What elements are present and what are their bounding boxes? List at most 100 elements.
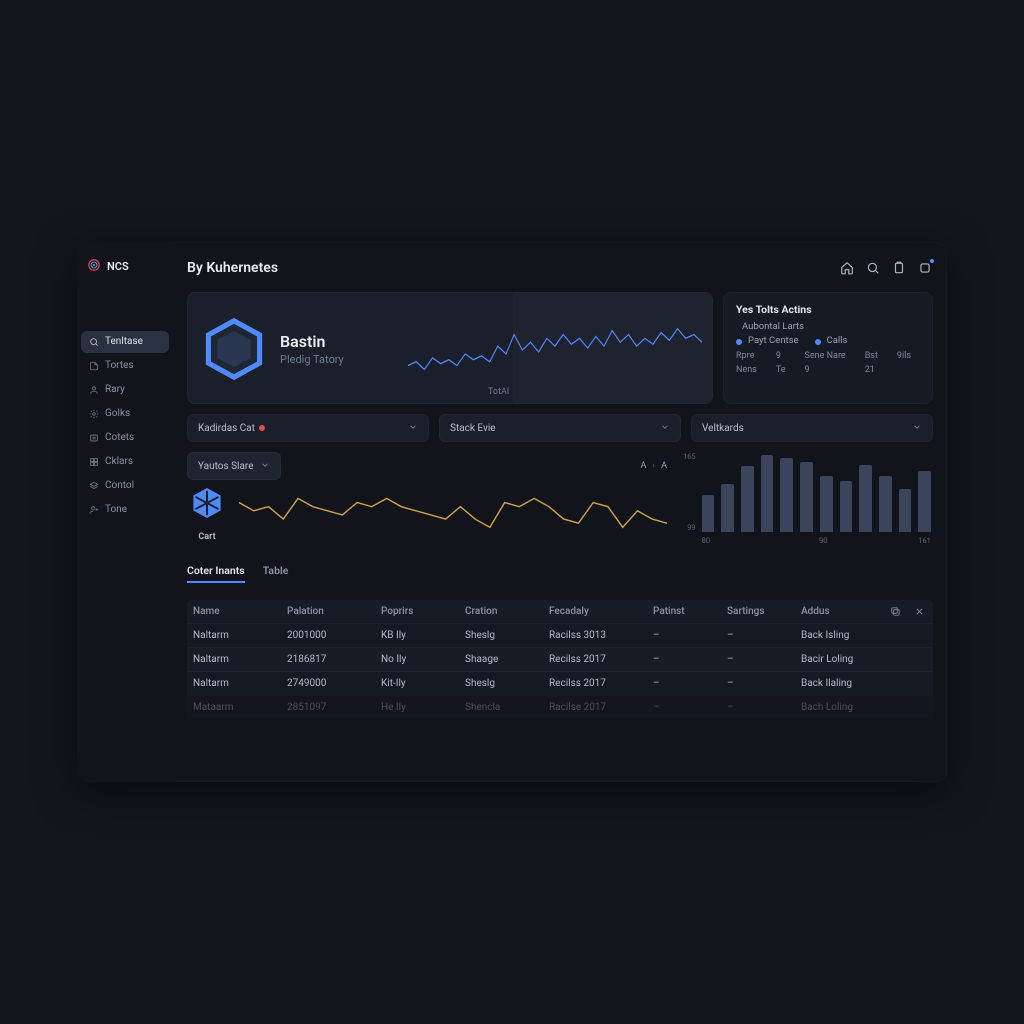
sidebar-item-contol[interactable]: Contol — [81, 475, 169, 497]
chevron-down-icon — [660, 422, 670, 435]
table-header-cell: Sartings — [727, 606, 797, 617]
top-actions — [839, 260, 933, 276]
sub-filter-row: Yautos Slare A › A — [187, 452, 667, 480]
table-cell: Bach Loling — [801, 702, 879, 713]
table-header-cell: Patinst — [653, 606, 723, 617]
table-header-cell: Addus — [801, 606, 879, 617]
charts-row: Yautos Slare A › A Cart — [187, 452, 933, 548]
actions-row-1-label: Aubontal Larts — [742, 322, 804, 332]
crumb-b: A — [661, 461, 667, 471]
actions-grid-cell: 9ils — [897, 351, 920, 361]
filter-pill[interactable]: Stack Evie — [439, 414, 681, 442]
bar-chart-bars — [700, 452, 933, 532]
table-cell: 2749000 — [287, 678, 377, 689]
chevron-down-icon — [912, 422, 922, 435]
bar — [840, 481, 853, 532]
bar — [820, 476, 833, 532]
sidebar-item-cotets[interactable]: Cotets — [81, 427, 169, 449]
table-header-cell: Palation — [287, 606, 377, 617]
table-cell: No Ily — [381, 654, 461, 665]
brand: NCS — [81, 254, 169, 289]
hero-card: Bastin Pledig Tatory TotAl — [187, 292, 713, 404]
sidebar-item-rary[interactable]: Rary — [81, 379, 169, 401]
table-cell: Recilss 2017 — [549, 654, 649, 665]
copy-icon[interactable] — [883, 606, 907, 617]
bar-ylabel-bot: 99 — [683, 523, 696, 532]
table-row[interactable]: Naltarm2186817No IlyShaageRecilss 2017––… — [187, 647, 933, 671]
sidebar-item-golks[interactable]: Golks — [81, 403, 169, 425]
filter-label: Veltkards — [702, 423, 744, 434]
bar-xlabel: 90 — [819, 536, 827, 545]
bullet-icon — [815, 339, 821, 345]
actions-stats-grid: Rpre9Sene NareBst9ilsNensTe921 — [736, 351, 920, 375]
filter-pill[interactable]: Veltkards — [691, 414, 933, 442]
table-cell: 2001000 — [287, 630, 377, 641]
table-header-cell: Cration — [465, 606, 545, 617]
bar — [800, 462, 813, 532]
sidebar-item-label: Golks — [105, 409, 130, 419]
filter-pill[interactable]: Kadirdas Cat — [187, 414, 429, 442]
actions-grid-cell: 9 — [776, 351, 795, 361]
chevron-right-icon: › — [652, 461, 655, 471]
table-body: Naltarm2001000KB IlySheslgRacilss 3013––… — [187, 623, 933, 719]
table-cell: Sheslg — [465, 678, 545, 689]
bar-chart-yaxis: 165 99 — [683, 452, 696, 532]
notification-icon[interactable] — [917, 260, 933, 276]
sidebar-item-tenltase[interactable]: Tenltase — [81, 331, 169, 353]
hero-text: Bastin Pledig Tatory — [280, 332, 344, 366]
sidebar-item-label: Contol — [105, 481, 134, 491]
table-cell: Shaage — [465, 654, 545, 665]
tab-table[interactable]: Table — [263, 564, 289, 583]
data-table: NamePalationPoprirsCrationFecadalyPatins… — [187, 600, 933, 719]
bar-chart: 165 99 8090161 — [683, 452, 933, 545]
table-tabs: Coter Inants Table — [187, 564, 933, 584]
table-row[interactable]: Mataarm2851097He IlyShenclaRacilse 2017–… — [187, 695, 933, 719]
charts-left: Yautos Slare A › A Cart — [187, 452, 667, 548]
bullet-icon — [736, 339, 742, 345]
hero-subtitle: Pledig Tatory — [280, 353, 344, 366]
sidebar-item-cklars[interactable]: Cklars — [81, 451, 169, 473]
tab-coter-inants[interactable]: Coter Inants — [187, 564, 245, 583]
search-icon — [89, 337, 99, 347]
close-icon[interactable] — [911, 606, 927, 617]
table-cell: Mataarm — [193, 702, 283, 713]
clipboard-icon[interactable] — [891, 260, 907, 276]
home-icon[interactable] — [839, 260, 855, 276]
actions-row-1[interactable]: Aubontal Larts — [736, 322, 920, 332]
sidebar-item-tortes[interactable]: Tortes — [81, 355, 169, 377]
table-cell: – — [653, 654, 723, 665]
sidebar-item-label: Rary — [105, 385, 125, 395]
bar — [859, 465, 872, 532]
hero-tick-label: TotAl — [488, 387, 509, 397]
notification-badge — [929, 258, 935, 264]
table-cell: Back Ilaling — [801, 678, 879, 689]
bar-chart-xaxis: 8090161 — [700, 536, 933, 545]
nav-group: TenltaseTortes Rary Golks CotetsCklars Conto… — [81, 331, 169, 521]
table-cell: Naltarm — [193, 630, 283, 641]
actions-grid-cell: Sene Nare — [805, 351, 855, 361]
actions-grid-cell — [897, 365, 920, 375]
table-row[interactable]: Naltarm2001000KB IlySheslgRacilss 3013––… — [187, 623, 933, 647]
sidebar-item-tone[interactable]: Tone — [81, 499, 169, 521]
line-chart-icon: Cart — [187, 486, 227, 542]
sub-filter-pill[interactable]: Yautos Slare — [187, 452, 281, 480]
bar — [702, 495, 715, 532]
line-chart-area: Cart — [187, 486, 667, 548]
actions-row-2[interactable]: Payt Centse Calls — [736, 336, 920, 346]
table-cell: He Ily — [381, 702, 461, 713]
table-cell: Recilss 2017 — [549, 678, 649, 689]
list-icon — [89, 433, 99, 443]
actions-row-2b: Calls — [827, 336, 848, 346]
main: By Kuhernetes Bastin Pledig Tatory — [173, 242, 947, 782]
bar — [899, 489, 912, 532]
bar — [879, 476, 892, 532]
table-cell: – — [653, 630, 723, 641]
actions-grid-cell: Nens — [736, 365, 766, 375]
bar — [780, 458, 793, 532]
hero-row: Bastin Pledig Tatory TotAl Yes Tolts Act… — [187, 292, 933, 404]
bar — [918, 471, 931, 532]
table-cell: – — [653, 678, 723, 689]
table-cell: 2186817 — [287, 654, 377, 665]
table-row[interactable]: Naltarm2749000Kit-IlySheslgRecilss 2017–… — [187, 671, 933, 695]
search-icon[interactable] — [865, 260, 881, 276]
